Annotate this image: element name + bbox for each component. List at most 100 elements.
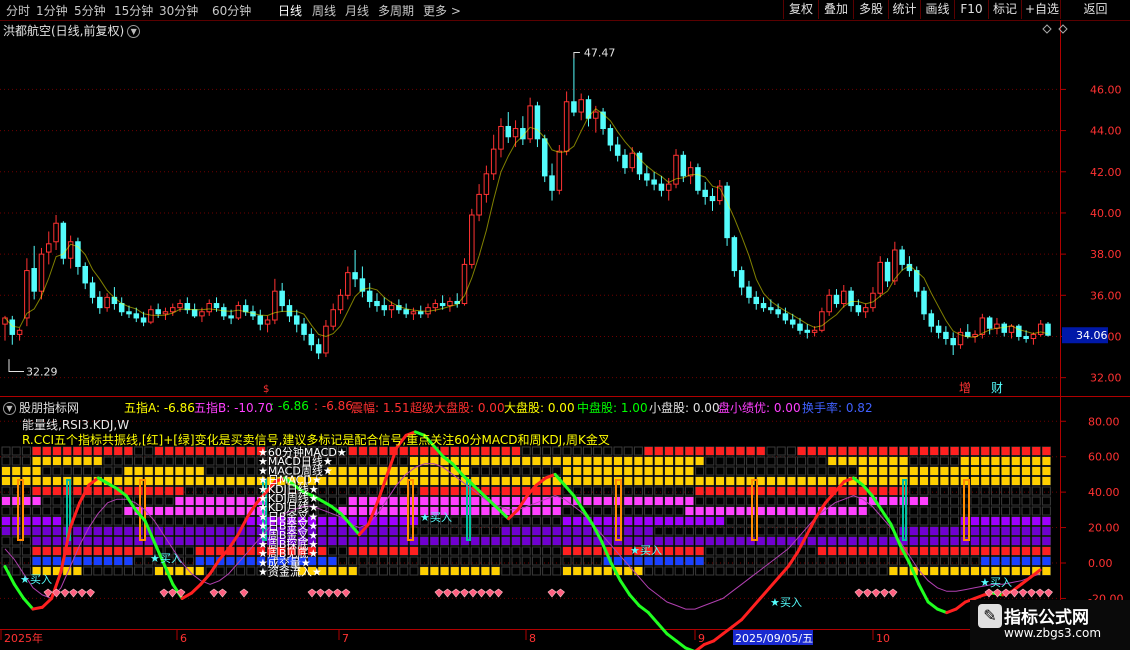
candle-body — [315, 344, 322, 354]
pattern-square-filled — [930, 467, 939, 475]
pattern-square — [1, 486, 11, 496]
pattern-square — [766, 496, 776, 506]
pattern-square — [215, 566, 225, 576]
pattern-square-filled — [634, 527, 643, 535]
candle-body — [527, 105, 533, 140]
pattern-square-filled — [32, 497, 41, 505]
pattern-square-filled — [32, 547, 41, 555]
pattern-square-filled — [603, 517, 612, 525]
pattern-square — [715, 466, 725, 476]
pattern-square-filled — [909, 447, 918, 455]
pattern-square — [817, 526, 827, 536]
pattern-square-filled — [195, 527, 204, 535]
chevron-down-icon[interactable]: ▼ — [127, 25, 141, 38]
pattern-square-filled — [1032, 547, 1041, 555]
pattern-square-filled — [440, 487, 449, 495]
pattern-square — [521, 556, 531, 566]
pattern-square-filled — [807, 537, 816, 545]
resonance-line-segment — [22, 596, 35, 611]
pattern-square-filled — [53, 517, 61, 525]
pattern-square-filled — [1032, 477, 1041, 485]
pattern-square-filled — [654, 497, 663, 505]
pattern-square-filled — [920, 527, 928, 535]
pattern-square-filled — [124, 557, 133, 565]
candle-body — [177, 303, 183, 309]
pattern-square-filled — [716, 477, 724, 485]
pattern-square-filled — [369, 477, 378, 485]
indicator-tick-label: 20.00 — [1088, 522, 1120, 535]
pattern-square-filled — [104, 537, 112, 545]
pattern-square — [786, 496, 796, 506]
indicator-title[interactable]: ▼ 股朋指标网 — [3, 399, 79, 416]
pattern-square — [185, 546, 195, 556]
pattern-square — [837, 526, 847, 536]
pattern-square — [817, 516, 827, 526]
pattern-square-filled — [104, 487, 112, 495]
pattern-square — [766, 446, 776, 456]
candle-body — [221, 307, 227, 317]
pattern-square-filled — [705, 477, 714, 485]
pattern-square-filled — [614, 457, 622, 465]
moving-average-line — [4, 108, 1049, 338]
pattern-square — [511, 516, 521, 526]
pattern-square-filled — [889, 547, 898, 555]
pattern-square-filled — [1042, 457, 1051, 465]
pattern-square — [195, 516, 205, 526]
pattern-square — [11, 446, 21, 456]
pattern-square — [776, 516, 786, 526]
pattern-square-filled — [53, 557, 61, 565]
pattern-square-filled — [73, 487, 82, 495]
pattern-square-filled — [338, 467, 347, 475]
pattern-square — [837, 556, 847, 566]
candle-body — [9, 319, 16, 335]
pattern-square — [1011, 506, 1021, 516]
pattern-square — [664, 506, 674, 516]
pattern-square — [113, 496, 123, 506]
candle-body — [286, 305, 293, 317]
pattern-square — [1031, 496, 1041, 506]
resonance-line-segment — [665, 632, 678, 643]
pattern-square-filled — [583, 467, 592, 475]
pattern-square-filled — [1001, 547, 1010, 555]
buy-star-icon: ★ — [980, 576, 990, 589]
pattern-square-filled — [991, 537, 1000, 545]
pattern-square — [440, 526, 450, 536]
indicator-tick-label: 60.00 — [1088, 451, 1120, 464]
pattern-square — [113, 466, 123, 476]
buy-star-icon: ★ — [420, 511, 430, 524]
pattern-square-filled — [93, 557, 102, 565]
pattern-square-filled — [603, 527, 612, 535]
pattern-square-filled — [124, 467, 133, 475]
stock-title[interactable]: 洪都航空(日线,前复权) ▼ — [3, 22, 141, 39]
pattern-square — [246, 466, 256, 476]
pattern-square-filled — [379, 517, 388, 525]
pattern-square-filled — [573, 567, 582, 575]
low-label: 32.29 — [26, 365, 58, 378]
pattern-square-filled — [216, 497, 225, 505]
pattern-square — [368, 566, 378, 576]
pattern-square — [470, 516, 480, 526]
pattern-square — [705, 466, 715, 476]
pattern-square-filled — [971, 467, 979, 475]
pattern-square — [195, 486, 205, 496]
pattern-square — [919, 506, 929, 516]
pattern-square — [134, 456, 144, 466]
pattern-square-filled — [430, 477, 439, 485]
diamond-icon — [1042, 24, 1052, 34]
pattern-square-filled — [593, 457, 602, 465]
pink-diamond-icon — [77, 588, 87, 598]
pattern-square-filled — [818, 537, 826, 545]
pattern-square — [582, 486, 592, 496]
pattern-square — [480, 526, 490, 536]
candle-body — [403, 309, 409, 315]
candle-body — [943, 331, 949, 340]
chevron-down-icon[interactable]: ▼ — [3, 402, 16, 415]
pattern-square-filled — [685, 457, 694, 465]
pattern-square — [144, 566, 154, 576]
pattern-square-filled — [563, 547, 571, 555]
pattern-square — [195, 456, 205, 466]
resonance-line-segment — [674, 639, 688, 650]
pattern-square-filled — [716, 537, 724, 545]
pattern-square — [338, 496, 348, 506]
pattern-square — [950, 556, 960, 566]
